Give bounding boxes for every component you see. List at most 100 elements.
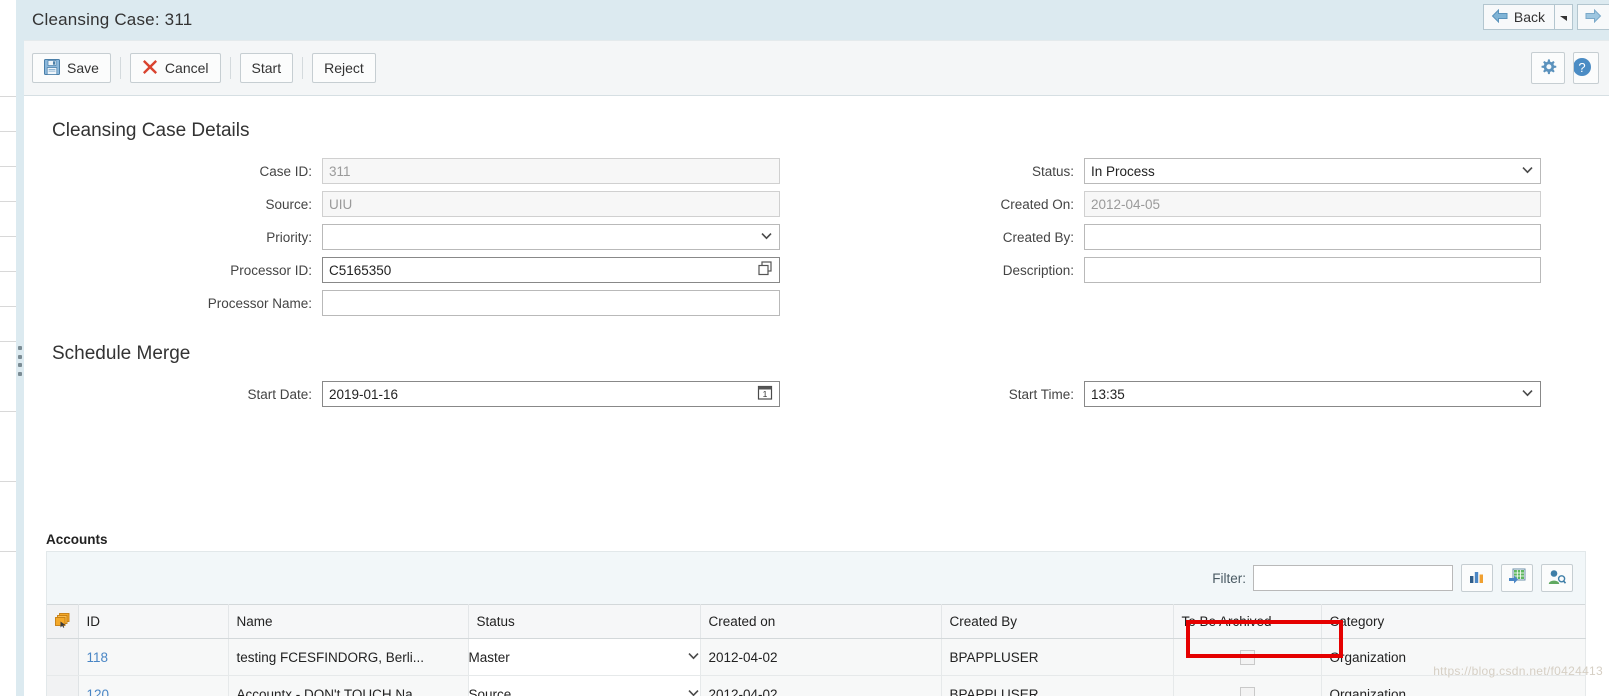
start-button[interactable]: Start [239,53,294,83]
cell-category: Organization [1321,675,1586,696]
row-select-cell[interactable] [47,638,79,676]
processor-id-value: C5165350 [329,262,392,278]
created-on-text: 2012-04-02 [708,686,778,696]
created-by-text: BPAPPLUSER [949,686,1039,696]
cell-id: 120 [78,675,229,696]
rail-divider [0,341,16,342]
category-text: Organization [1329,686,1407,696]
toolbar-separator [119,57,121,79]
page-header: Cleansing Case: 311 Back [24,0,1609,40]
chevron-down-icon [1522,165,1533,177]
table-row[interactable]: 120 Accountx - DON't TOUCH Na... Source 201… [47,675,1586,696]
column-header-category[interactable]: Category [1321,604,1586,639]
source-value: UIU [329,196,353,212]
processor-name-field[interactable] [322,290,780,316]
filter-input[interactable] [1253,565,1453,591]
reject-button-label: Reject [324,60,364,76]
column-settings-cell[interactable] [47,604,79,639]
processor-id-label: Processor ID: [230,262,312,278]
start-date-value: 2019-01-16 [329,386,399,402]
case-id-value: 311 [329,163,351,179]
created-on-text: 2012-04-02 [708,649,778,665]
grip-dot [18,363,22,368]
column-header-created-by[interactable]: Created By [941,604,1174,639]
schedule-merge-title: Schedule Merge [52,343,191,364]
help-button[interactable]: ? [1573,52,1599,84]
created-by-field[interactable] [1084,224,1541,250]
table-row[interactable]: 118 testing FCESFINDORG, Berli... Master 20… [47,638,1586,676]
status-select[interactable]: Master [468,639,699,675]
details-section-title: Cleansing Case Details [52,120,250,141]
field-row-status: Status: In Process [964,158,1541,184]
person-search-button[interactable] [1541,564,1573,592]
field-row-start-date: Start Date: 2019-01-16 1 [52,381,780,407]
field-row-priority: Priority: [52,224,780,250]
priority-select[interactable] [322,224,780,250]
account-id-link[interactable]: 120 [87,687,110,696]
settings-button[interactable] [1531,52,1565,84]
start-time-select[interactable]: 13:35 [1084,381,1541,407]
field-row-description: Description: [964,257,1541,283]
cancel-button[interactable]: Cancel [129,53,221,83]
rail-divider [0,306,16,307]
field-row-start-time: Start Time: 13:35 [964,381,1541,407]
back-history-dropdown-button[interactable] [1554,4,1573,30]
status-select[interactable]: Source [468,676,699,696]
column-header-name[interactable]: Name [228,604,469,639]
export-spreadsheet-button[interactable] [1501,564,1533,592]
accounts-section-label: Accounts [46,532,108,547]
processor-id-field[interactable]: C5165350 [322,257,780,283]
status-label: Status: [1031,163,1074,179]
caret-down-icon [1559,9,1568,25]
save-button[interactable]: Save [32,53,111,83]
x-mark-icon [142,59,158,78]
cell-created-on: 2012-04-02 [700,638,942,676]
cell-created-on: 2012-04-02 [700,675,942,696]
source-field: UIU [322,191,780,217]
created-by-label: Created By: [1002,229,1074,245]
chart-view-button[interactable] [1461,564,1493,592]
rail-divider [0,411,16,412]
grip-dot [18,354,22,359]
account-name-text: Accountx - DON't TOUCH Na... [236,686,424,696]
rail-divider [0,96,16,97]
column-header-id[interactable]: ID [78,604,229,639]
column-header-status[interactable]: Status [468,604,701,639]
forward-button[interactable] [1577,4,1609,30]
column-header-to-be-archived[interactable]: To Be Archived [1173,604,1322,639]
rail-divider [0,481,16,482]
case-id-field: 311 [322,158,780,184]
cell-to-be-archived [1173,638,1322,676]
to-be-archived-checkbox[interactable] [1239,649,1255,665]
to-be-archived-checkbox[interactable] [1239,686,1255,696]
back-button-label: Back [1513,9,1545,25]
accounts-table: ID Name Status Created on Created By To … [47,604,1586,696]
status-select[interactable]: In Process [1084,158,1541,184]
start-date-field[interactable]: 2019-01-16 1 [322,381,780,407]
value-help-icon[interactable] [758,261,773,279]
svg-text:1: 1 [763,389,768,399]
reject-button[interactable]: Reject [312,53,376,83]
chevron-down-icon [687,651,699,663]
column-settings-icon[interactable] [55,612,70,631]
calendar-icon[interactable]: 1 [757,385,773,404]
toolbar-separator [302,57,304,79]
status-value: In Process [1091,163,1155,179]
panel-splitter-handle[interactable] [16,344,24,378]
description-field[interactable] [1084,257,1541,283]
account-id-link[interactable]: 118 [87,650,109,665]
save-button-label: Save [67,60,99,76]
rail-divider [0,166,16,167]
created-on-label: Created On: [1000,196,1074,212]
arrow-left-icon [1491,8,1508,25]
row-select-cell[interactable] [47,675,79,696]
left-rail [0,0,24,696]
start-time-label: Start Time: [1008,386,1074,402]
application-shell: Cleansing Case: 311 Back Save Cancel Sta… [24,0,1609,696]
column-header-created-on[interactable]: Created on [700,604,942,639]
back-button[interactable]: Back [1482,4,1554,30]
field-row-source: Source: UIU [52,191,780,217]
filter-label: Filter: [1212,570,1246,586]
chevron-down-icon [1522,388,1533,400]
toolbar-primary-actions: Save Cancel Start Reject [32,53,376,83]
